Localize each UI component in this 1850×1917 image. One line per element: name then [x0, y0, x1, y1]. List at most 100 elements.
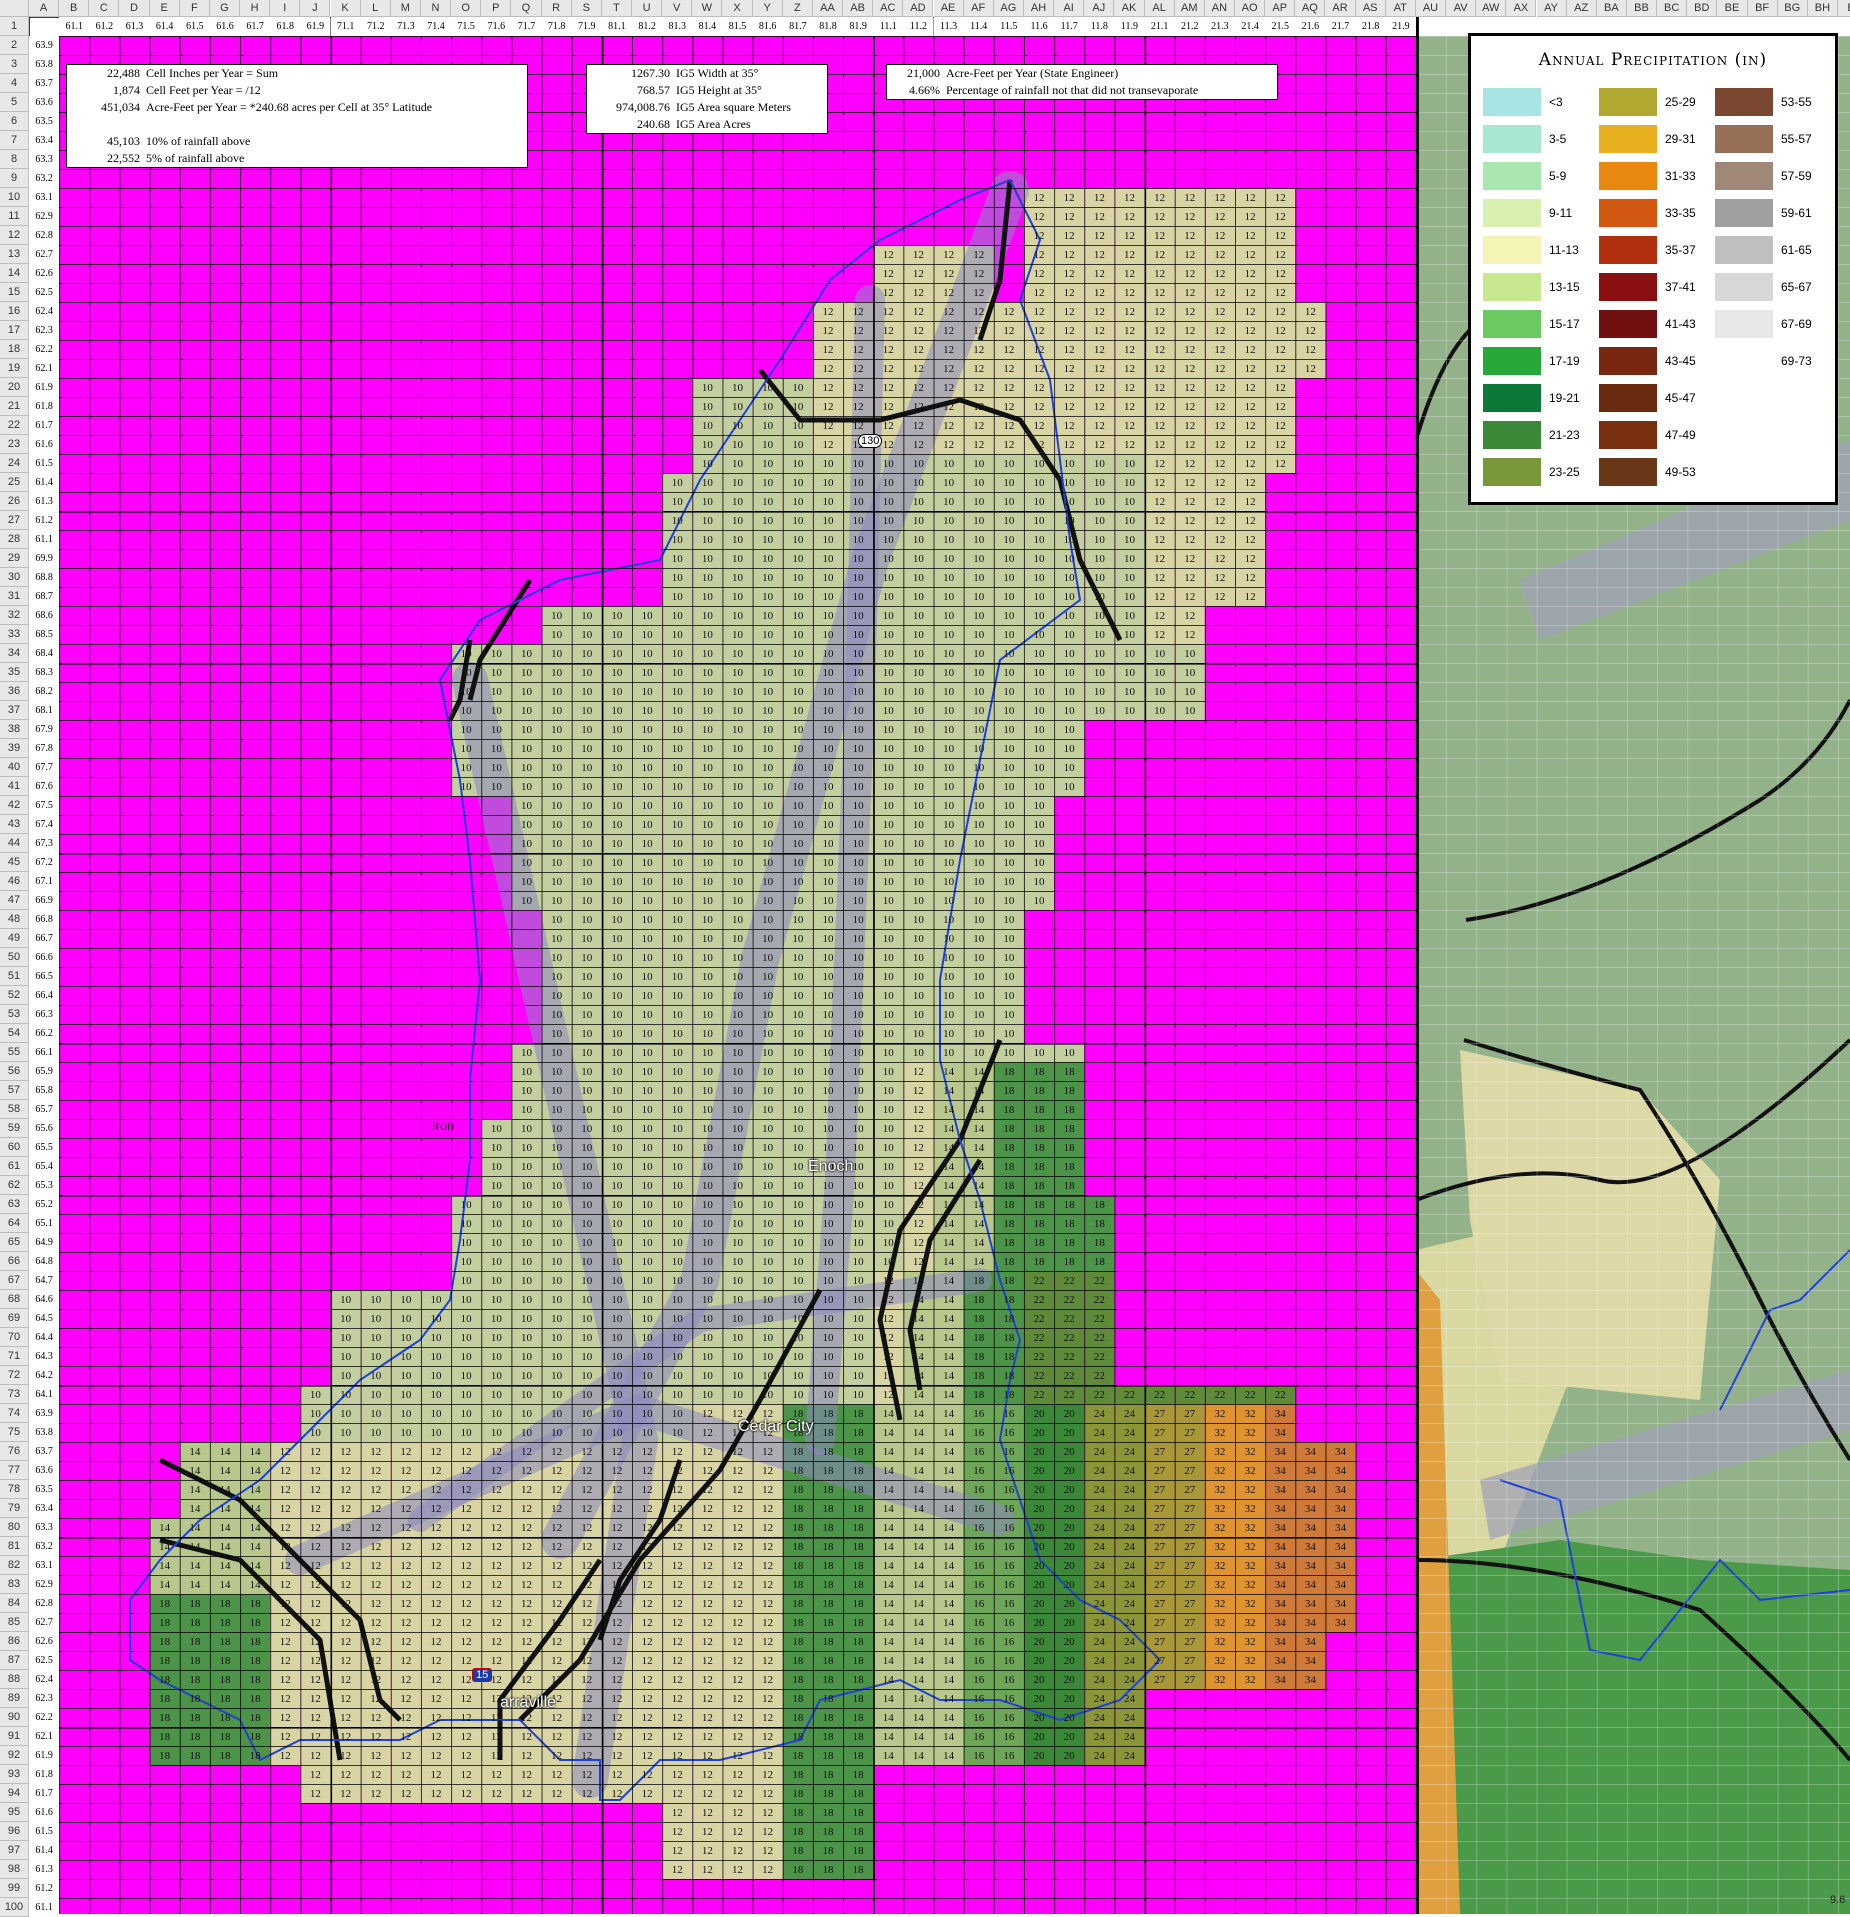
precip-cell[interactable] — [1084, 454, 1115, 473]
column-a-code[interactable]: 63.3 — [29, 150, 60, 169]
precip-cell[interactable] — [963, 1689, 994, 1708]
precip-cell[interactable] — [662, 1556, 693, 1575]
precip-cell[interactable] — [1265, 454, 1296, 473]
summary-row[interactable]: 21,000 Acre-Feet per Year (State Engineer… — [887, 65, 1277, 82]
precip-cell[interactable] — [752, 1214, 783, 1233]
precip-cell[interactable] — [1084, 245, 1115, 264]
precip-cell[interactable] — [933, 948, 964, 967]
column-a-code[interactable]: 61.4 — [29, 1841, 60, 1860]
precip-cell[interactable] — [1023, 587, 1055, 606]
precip-cell[interactable] — [963, 1594, 994, 1613]
precip-cell[interactable] — [752, 1252, 783, 1271]
precip-cell[interactable] — [933, 568, 964, 587]
precip-cell[interactable] — [632, 777, 663, 796]
precip-cell[interactable] — [270, 1480, 301, 1499]
precip-cell[interactable] — [993, 1746, 1024, 1765]
precip-cell[interactable] — [662, 1575, 693, 1594]
precip-cell[interactable] — [1235, 530, 1266, 549]
precip-cell[interactable] — [1204, 1499, 1235, 1518]
precip-cell[interactable] — [420, 1651, 452, 1670]
precip-cell[interactable] — [662, 1651, 693, 1670]
precip-cell[interactable] — [571, 986, 602, 1005]
precip-cell[interactable] — [843, 1309, 874, 1328]
precip-cell[interactable] — [1054, 1632, 1085, 1651]
row1-code[interactable]: 61.9 — [300, 17, 331, 36]
precip-cell[interactable] — [903, 986, 934, 1005]
summary-row[interactable]: 768.57 IG5 Height at 35° — [587, 82, 827, 99]
precip-cell[interactable] — [1295, 1556, 1326, 1575]
precip-cell[interactable] — [873, 967, 904, 986]
precip-cell[interactable] — [390, 1423, 421, 1442]
precip-cell[interactable] — [1084, 416, 1115, 435]
precip-cell[interactable] — [933, 1594, 964, 1613]
precip-cell[interactable] — [1144, 701, 1175, 720]
precip-cell[interactable] — [692, 1727, 723, 1746]
precip-cell[interactable] — [963, 986, 994, 1005]
precip-cell[interactable] — [1023, 758, 1055, 777]
precip-cell[interactable] — [420, 1423, 452, 1442]
precip-cell[interactable] — [179, 1708, 210, 1727]
precip-cell[interactable] — [1114, 416, 1145, 435]
column-a-code[interactable]: 62.6 — [29, 264, 60, 283]
precip-cell[interactable] — [812, 1746, 844, 1765]
precip-cell[interactable] — [541, 910, 572, 929]
precip-cell[interactable] — [270, 1708, 301, 1727]
precip-cell[interactable] — [270, 1746, 301, 1765]
precip-cell[interactable] — [933, 587, 964, 606]
precip-cell[interactable] — [481, 1499, 512, 1518]
precip-cell[interactable] — [481, 1195, 512, 1214]
precip-cell[interactable] — [933, 1746, 964, 1765]
precip-cell[interactable] — [1144, 1442, 1175, 1461]
precip-cell[interactable] — [963, 1613, 994, 1632]
row1-code[interactable]: 21.2 — [1174, 17, 1205, 36]
precip-cell[interactable] — [360, 1461, 391, 1480]
row1-code[interactable]: 71.4 — [420, 17, 452, 36]
summary-row[interactable]: 22,552 5% of rainfall above — [67, 150, 527, 167]
precip-cell[interactable] — [903, 1727, 934, 1746]
precip-cell[interactable] — [1235, 1461, 1266, 1480]
column-header[interactable]: AG — [993, 0, 1024, 17]
precip-cell[interactable] — [1235, 416, 1266, 435]
precip-cell[interactable] — [963, 1461, 994, 1480]
precip-cell[interactable] — [662, 549, 693, 568]
column-a-code[interactable]: 63.9 — [29, 36, 60, 55]
precip-cell[interactable] — [692, 397, 723, 416]
column-header[interactable]: H — [240, 0, 271, 17]
precip-cell[interactable] — [903, 530, 934, 549]
precip-cell[interactable] — [933, 1613, 964, 1632]
precip-cell[interactable] — [963, 1651, 994, 1670]
precip-cell[interactable] — [390, 1537, 421, 1556]
precip-cell[interactable] — [632, 1157, 663, 1176]
column-a-code[interactable]: 67.8 — [29, 739, 60, 758]
precip-cell[interactable] — [752, 568, 783, 587]
precip-cell[interactable] — [1023, 1214, 1055, 1233]
precip-cell[interactable] — [963, 625, 994, 644]
precip-cell[interactable] — [1204, 359, 1235, 378]
precip-cell[interactable] — [752, 1575, 783, 1594]
row-header[interactable]: 23 — [0, 435, 29, 454]
precip-cell[interactable] — [571, 606, 602, 625]
precip-cell[interactable] — [1204, 511, 1235, 530]
row-header[interactable]: 22 — [0, 416, 29, 435]
precip-cell[interactable] — [420, 1594, 452, 1613]
precip-cell[interactable] — [752, 1138, 783, 1157]
precip-cell[interactable] — [662, 1632, 693, 1651]
column-a-code[interactable]: 61.6 — [29, 1803, 60, 1822]
precip-cell[interactable] — [662, 1803, 693, 1822]
precip-cell[interactable] — [420, 1727, 452, 1746]
precip-cell[interactable] — [1265, 245, 1296, 264]
precip-cell[interactable] — [692, 1632, 723, 1651]
row1-code[interactable]: 61.1 — [59, 17, 90, 36]
precip-cell[interactable] — [903, 321, 934, 340]
precip-cell[interactable] — [1174, 644, 1205, 663]
precip-cell[interactable] — [722, 701, 753, 720]
column-a-code[interactable]: 67.7 — [29, 758, 60, 777]
row1-code[interactable]: 81.3 — [662, 17, 693, 36]
precip-cell[interactable] — [571, 739, 602, 758]
precip-cell[interactable] — [1084, 1689, 1115, 1708]
precip-cell[interactable] — [1325, 1556, 1356, 1575]
precip-cell[interactable] — [1174, 416, 1205, 435]
precip-cell[interactable] — [1114, 549, 1145, 568]
row-header[interactable]: 85 — [0, 1613, 29, 1632]
precip-cell[interactable] — [632, 1632, 663, 1651]
